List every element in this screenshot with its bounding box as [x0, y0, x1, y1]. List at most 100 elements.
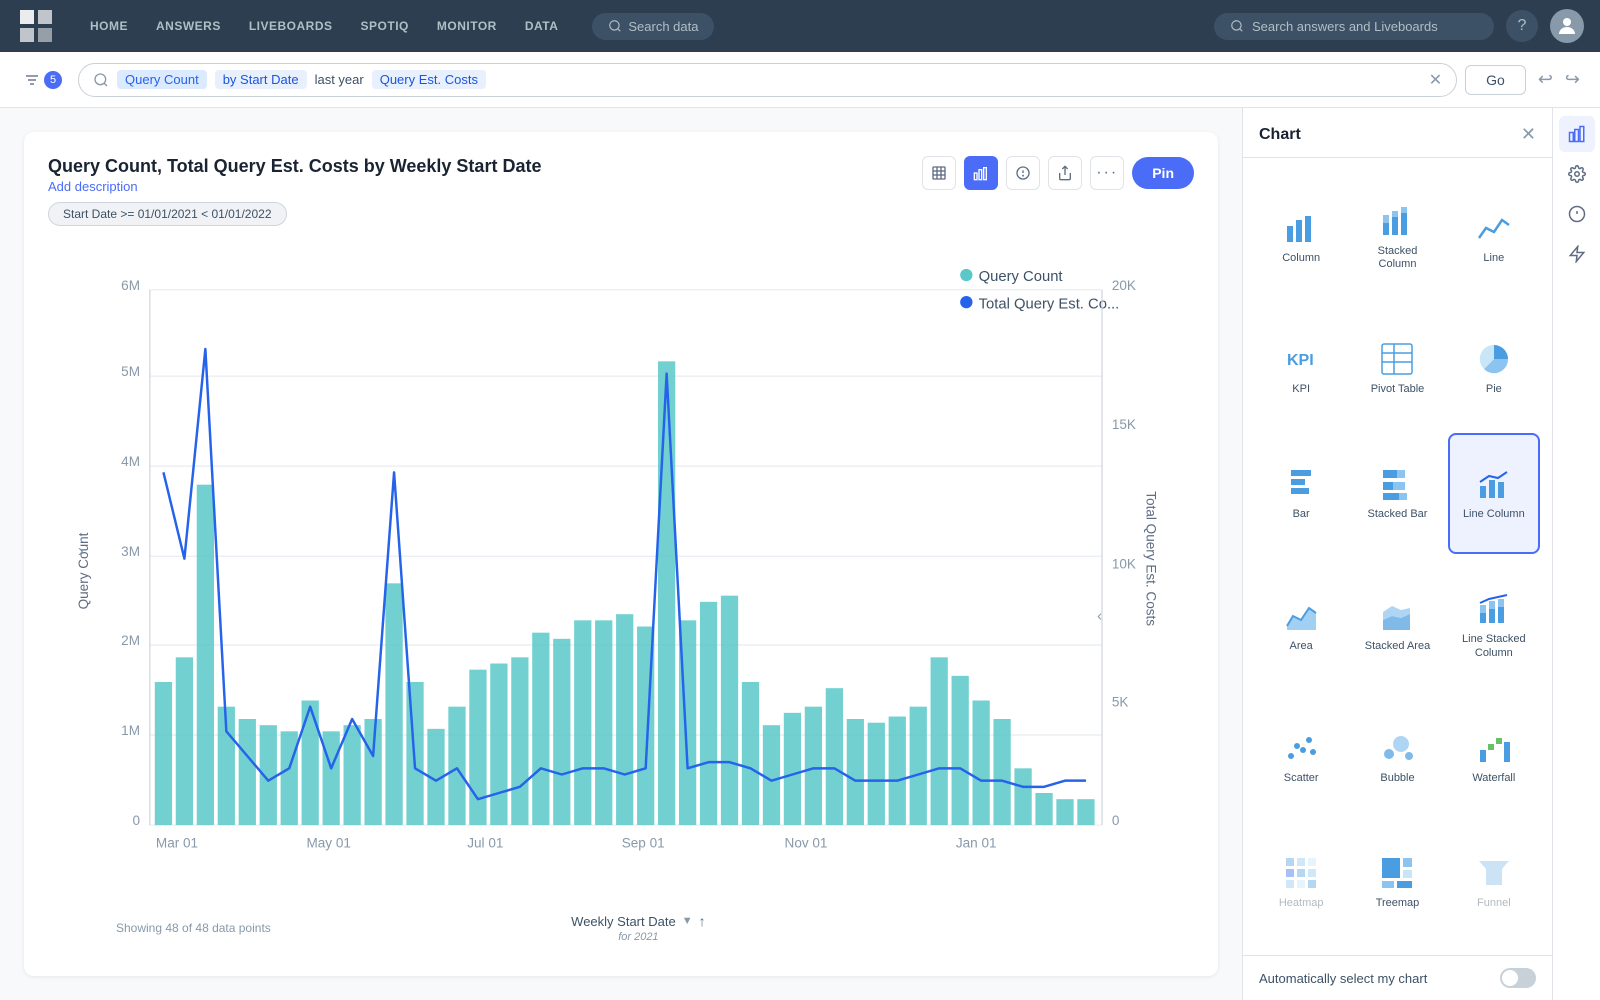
search-chip-last-year: last year: [315, 72, 364, 87]
svg-text:May 01: May 01: [306, 835, 350, 850]
chart-type-scatter-label: Scatter: [1284, 772, 1319, 785]
svg-text:Total Query Est. Co...: Total Query Est. Co...: [979, 296, 1120, 312]
panel-close-button[interactable]: ✕: [1521, 124, 1536, 145]
filter-button[interactable]: 5: [16, 67, 70, 93]
nav-data[interactable]: DATA: [515, 13, 569, 39]
user-avatar[interactable]: [1550, 9, 1584, 43]
chart-svg: 6M 5M 4M 3M 2M 1M 0 20K 15K 10K 5K 0: [48, 238, 1194, 904]
x-axis-sub: for 2021: [618, 931, 658, 943]
chart-type-bubble[interactable]: Bubble: [1351, 697, 1443, 818]
chart-type-line-stacked-column-label: Line Stacked Column: [1454, 633, 1534, 659]
chart-type-line[interactable]: Line: [1448, 170, 1540, 304]
pin-button[interactable]: Pin: [1132, 157, 1194, 189]
search-clear-button[interactable]: ✕: [1429, 70, 1442, 90]
search-bar[interactable]: Query Count by Start Date last year Quer…: [78, 63, 1457, 97]
data-points-label: Showing 48 of 48 data points: [116, 921, 271, 935]
chart-type-area-label: Area: [1290, 640, 1313, 653]
chart-header: Query Count, Total Query Est. Costs by W…: [48, 156, 1194, 194]
svg-text:0: 0: [132, 813, 140, 828]
nav-monitor[interactable]: MONITOR: [427, 13, 507, 39]
topnav-right: Search answers and Liveboards ?: [1214, 9, 1584, 43]
chart-type-bar-label: Bar: [1293, 508, 1310, 521]
chart-type-kpi-label: KPI: [1292, 383, 1310, 396]
search-answers-placeholder: Search answers and Liveboards: [1252, 19, 1438, 34]
main-nav: HOME ANSWERS LIVEBOARDS SPOTIQ MONITOR D…: [80, 13, 568, 39]
chart-view-button[interactable]: [964, 156, 998, 190]
chart-type-stacked-column[interactable]: Stacked Column: [1351, 170, 1443, 304]
search-chip-query-count: Query Count: [117, 70, 207, 89]
chart-type-stacked-area[interactable]: Stacked Area: [1351, 558, 1443, 692]
chart-subtitle[interactable]: Add description: [48, 179, 541, 194]
nav-spotiq[interactable]: SPOTIQ: [351, 13, 419, 39]
chart-type-kpi[interactable]: KPI KPI: [1255, 308, 1347, 429]
svg-text:KPI: KPI: [1287, 352, 1314, 369]
help-button[interactable]: ?: [1506, 10, 1538, 42]
search-row: 5 Query Count by Start Date last year Qu…: [0, 52, 1600, 108]
share-button[interactable]: [1048, 156, 1082, 190]
chart-type-pivot-table-label: Pivot Table: [1371, 383, 1425, 396]
chart-type-line-label: Line: [1483, 252, 1504, 265]
svg-text:4M: 4M: [121, 454, 140, 469]
chart-type-scatter[interactable]: Scatter: [1255, 697, 1347, 818]
chart-type-line-column[interactable]: Line Column: [1448, 433, 1540, 554]
table-view-button[interactable]: [922, 156, 956, 190]
side-icons: [1552, 108, 1600, 1000]
svg-text:Query Count: Query Count: [979, 269, 1063, 285]
chart-type-stacked-column-label: Stacked Column: [1357, 245, 1437, 271]
chart-actions: ··· Pin: [922, 156, 1194, 190]
chart-type-column[interactable]: Column: [1255, 170, 1347, 304]
chart-card: Query Count, Total Query Est. Costs by W…: [24, 132, 1218, 976]
chart-title: Query Count, Total Query Est. Costs by W…: [48, 156, 541, 177]
info-panel-button[interactable]: [1559, 196, 1595, 232]
chart-area: Query Count, Total Query Est. Costs by W…: [0, 108, 1242, 1000]
svg-text:6M: 6M: [121, 278, 140, 293]
insights-button[interactable]: [1006, 156, 1040, 190]
chart-type-bar[interactable]: Bar: [1255, 433, 1347, 554]
chart-panel-toggle-button[interactable]: [1559, 116, 1595, 152]
x-axis-label[interactable]: Weekly Start Date: [571, 914, 676, 929]
nav-home[interactable]: HOME: [80, 13, 138, 39]
settings-panel-button[interactable]: [1559, 156, 1595, 192]
chart-type-line-column-label: Line Column: [1463, 508, 1525, 521]
app-logo[interactable]: [16, 6, 56, 46]
search-data-label: Search data: [628, 19, 698, 34]
chart-type-stacked-bar[interactable]: Stacked Bar: [1351, 433, 1443, 554]
main-content: Query Count, Total Query Est. Costs by W…: [0, 108, 1600, 1000]
svg-text:Jan 01: Jan 01: [956, 835, 997, 850]
svg-text:1M: 1M: [121, 723, 140, 738]
chart-type-heatmap-label: Heatmap: [1279, 897, 1324, 910]
chart-type-grid: Column Stacked Column Line KPI KPI Pivot…: [1243, 158, 1552, 955]
chart-type-pivot-table[interactable]: Pivot Table: [1351, 308, 1443, 429]
redo-button[interactable]: ↪: [1561, 65, 1584, 94]
svg-text:15K: 15K: [1112, 417, 1136, 432]
chart-type-treemap[interactable]: Treemap: [1351, 822, 1443, 943]
chart-type-area[interactable]: Area: [1255, 558, 1347, 692]
filter-count: 5: [44, 71, 62, 89]
go-button[interactable]: Go: [1465, 65, 1526, 95]
chart-type-stacked-bar-label: Stacked Bar: [1368, 508, 1428, 521]
chart-type-heatmap: Heatmap: [1255, 822, 1347, 943]
date-filter-tag[interactable]: Start Date >= 01/01/2021 < 01/01/2022: [48, 202, 287, 226]
svg-text:2M: 2M: [121, 633, 140, 648]
undo-button[interactable]: ↩: [1534, 65, 1557, 94]
chart-svg-container: 6M 5M 4M 3M 2M 1M 0 20K 15K 10K 5K 0: [48, 238, 1194, 904]
chart-type-waterfall[interactable]: Waterfall: [1448, 697, 1540, 818]
svg-text:Total Query Est. Costs: Total Query Est. Costs: [1143, 491, 1158, 626]
chart-type-column-label: Column: [1282, 252, 1320, 265]
top-navigation: HOME ANSWERS LIVEBOARDS SPOTIQ MONITOR D…: [0, 0, 1600, 52]
lightning-button[interactable]: [1559, 236, 1595, 272]
svg-text:10K: 10K: [1112, 557, 1136, 572]
svg-text:20K: 20K: [1112, 278, 1136, 293]
chart-type-pie[interactable]: Pie: [1448, 308, 1540, 429]
chart-type-panel: Chart ✕ Column Stacked Column Line KPI: [1242, 108, 1552, 1000]
nav-answers[interactable]: ANSWERS: [146, 13, 231, 39]
more-button[interactable]: ···: [1090, 156, 1124, 190]
auto-select-toggle[interactable]: [1500, 968, 1536, 988]
panel-title: Chart: [1259, 126, 1301, 144]
svg-text:Jul 01: Jul 01: [467, 835, 503, 850]
chart-type-line-stacked-column[interactable]: Line Stacked Column: [1448, 558, 1540, 692]
nav-liveboards[interactable]: LIVEBOARDS: [239, 13, 343, 39]
search-data-button[interactable]: Search data: [592, 13, 714, 40]
chart-type-treemap-label: Treemap: [1376, 897, 1420, 910]
search-answers-input[interactable]: Search answers and Liveboards: [1214, 13, 1494, 40]
